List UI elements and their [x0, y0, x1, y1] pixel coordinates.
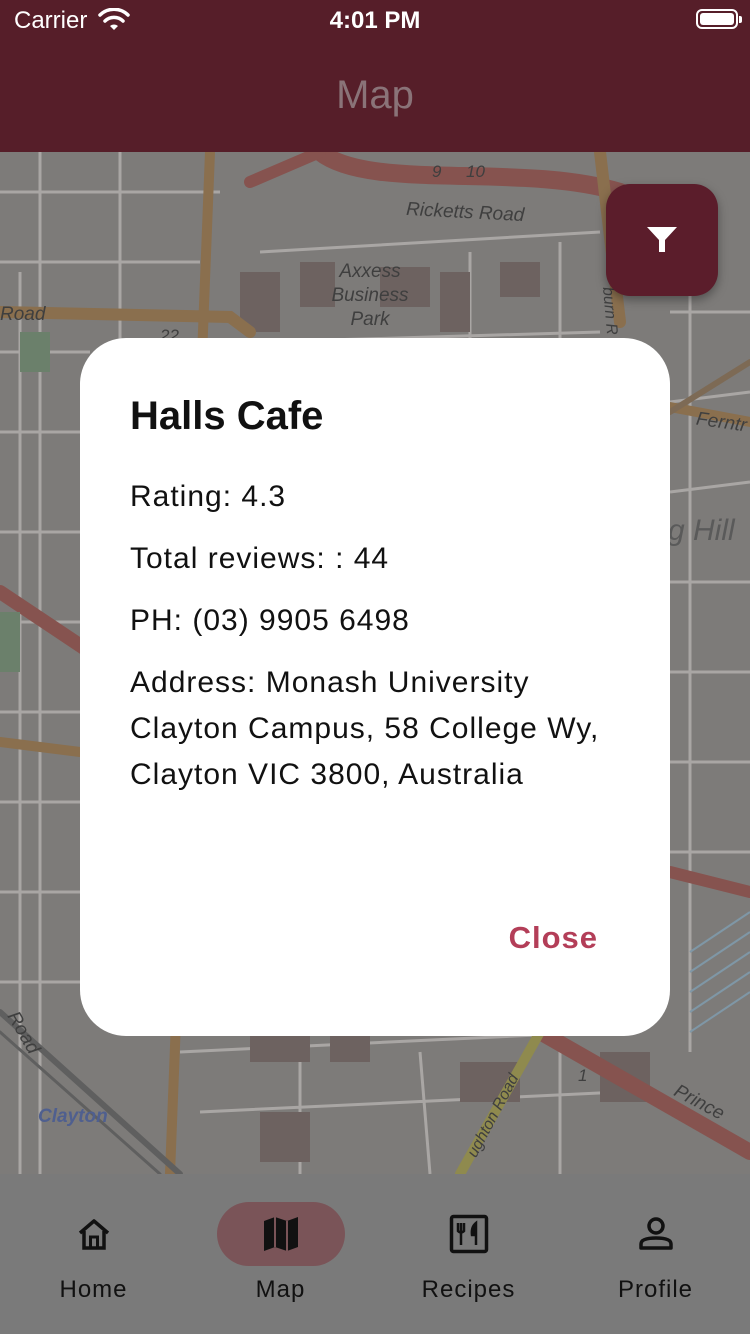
map-label-clayton: Clayton: [38, 1106, 108, 1127]
map-label-hill: g Hill: [668, 514, 735, 547]
bottom-navigation: Home Map Recipes Profile: [0, 1174, 750, 1334]
place-details-dialog: Halls Cafe Rating: 4.3 Total reviews: : …: [80, 338, 670, 1036]
nav-item-home[interactable]: Home: [0, 1174, 187, 1334]
nav-label-home: Home: [59, 1276, 128, 1303]
map-label-route-10: 10: [466, 162, 485, 181]
total-reviews-text: Total reviews: : 44: [130, 542, 390, 575]
map-label-route-1: 1: [578, 1066, 588, 1085]
map-icon: [263, 1217, 298, 1251]
profile-icon: [638, 1217, 673, 1250]
nav-label-map: Map: [255, 1276, 306, 1303]
map-label-road-left: Road: [0, 304, 46, 325]
home-icon: [78, 1219, 109, 1250]
map-label-route-9: 9: [432, 162, 442, 181]
page-title: Map: [336, 73, 414, 117]
app-bar: Map: [0, 40, 750, 152]
filter-button[interactable]: [606, 184, 718, 296]
status-bar: Carrier 4:01 PM: [0, 0, 750, 40]
filter-icon: [647, 227, 677, 252]
nav-label-profile: Profile: [617, 1276, 694, 1303]
nav-label-recipes: Recipes: [421, 1276, 516, 1303]
nav-item-recipes[interactable]: Recipes: [375, 1174, 562, 1334]
address-text: Address: Monash University Clayton Campu…: [130, 666, 600, 791]
nav-item-profile[interactable]: Profile: [562, 1174, 749, 1334]
clock: 4:01 PM: [329, 7, 421, 34]
close-button[interactable]: Close: [509, 920, 598, 956]
phone-text: PH: (03) 9905 6498: [130, 604, 410, 637]
dialog-title: Halls Cafe: [130, 394, 324, 438]
rating-text: Rating: 4.3: [130, 480, 287, 513]
map-label-axxess-business-park: Axxess Business Park: [331, 261, 409, 330]
recipes-icon: [449, 1214, 488, 1254]
nav-item-map[interactable]: Map: [187, 1174, 374, 1334]
battery-icon: [696, 9, 742, 29]
